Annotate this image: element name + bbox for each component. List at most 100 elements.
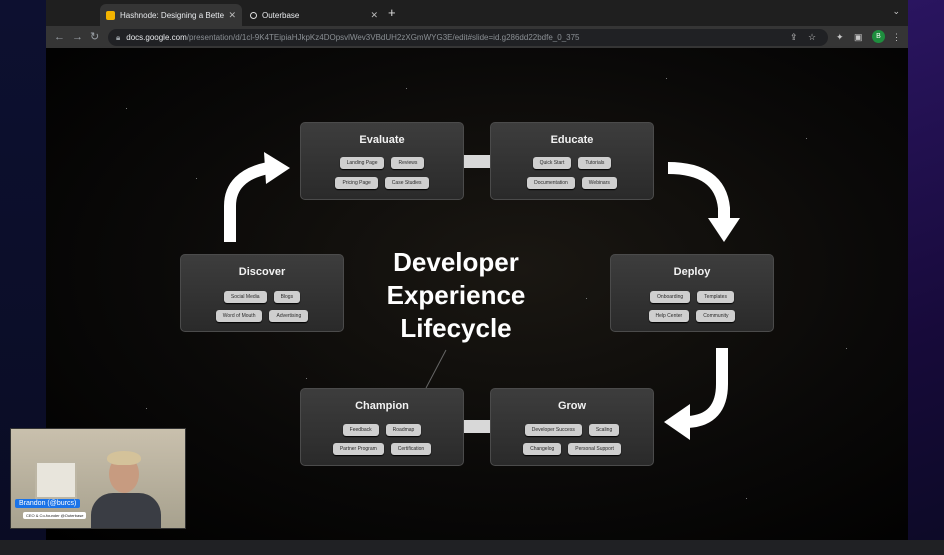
chip: Roadmap	[385, 424, 422, 436]
star-dot	[846, 348, 847, 349]
stage-card-deploy: Deploy Onboarding Templates Help Center …	[610, 254, 774, 332]
speaker-name-tag: Brandon (@burcs)	[15, 499, 81, 508]
back-icon[interactable]: ←	[54, 29, 65, 45]
stage-card-grow: Grow Developer Success Scaling Changelog…	[490, 388, 654, 466]
star-dot	[666, 78, 667, 79]
stage-title: Champion	[355, 400, 409, 412]
stage-title: Discover	[238, 266, 286, 278]
chip-row: Documentation Webinars	[491, 177, 653, 189]
stage-card-discover: Discover Social Media Blogs Word of Mout…	[180, 254, 344, 332]
chip: Social Media	[223, 291, 267, 303]
webcam-video-tile[interactable]: Brandon (@burcs) CEO & Co-founder @Outer…	[10, 428, 186, 529]
star-dot	[806, 138, 807, 139]
slide-title-line: Lifecycle	[400, 313, 512, 343]
chip: Feedback	[342, 424, 379, 436]
bookmark-star-icon[interactable]: ☆	[808, 30, 816, 44]
chip: Reviews	[391, 157, 425, 169]
chip-row: Landing Page Reviews	[301, 157, 463, 169]
tab-hashnode[interactable]: Hashnode: Designing a Bette ✕	[100, 4, 242, 26]
pointer-line	[425, 349, 447, 389]
arrow-educate-to-deploy-icon	[667, 162, 740, 242]
chip: Webinars	[581, 177, 617, 189]
new-tab-icon[interactable]: +	[388, 5, 396, 21]
stage-card-champion: Champion Feedback Roadmap Partner Progra…	[300, 388, 464, 466]
chip-row: Partner Program Certification	[301, 443, 463, 455]
stage-title: Educate	[550, 134, 594, 146]
arrow-deploy-to-grow-icon	[664, 348, 728, 440]
chip: Templates	[697, 291, 734, 303]
star-dot	[746, 498, 747, 499]
browser-toolbar: ← → ↻ 🔒︎ docs.google.com /presentation/d…	[46, 26, 908, 48]
url-domain: docs.google.com	[126, 33, 187, 42]
chip: Documentation	[527, 177, 575, 189]
chip: Onboarding	[650, 291, 691, 303]
chip: Personal Support	[568, 443, 621, 455]
chip: Community	[696, 310, 736, 322]
arrow-discover-to-evaluate-icon	[224, 152, 290, 242]
lock-icon: 🔒︎	[116, 32, 121, 42]
chip-row: Word of Mouth Advertising	[181, 310, 343, 322]
profile-avatar[interactable]: B	[872, 30, 885, 43]
chip: Partner Program	[332, 443, 384, 455]
close-icon[interactable]: ✕	[370, 10, 378, 21]
chip-row: Changelog Personal Support	[491, 443, 653, 455]
chip-row: Pricing Page Case Studies	[301, 177, 463, 189]
tab-title: Hashnode: Designing a Bette	[120, 10, 225, 20]
close-icon[interactable]: ✕	[228, 10, 236, 21]
star-dot	[126, 108, 127, 109]
stage-card-evaluate: Evaluate Landing Page Reviews Pricing Pa…	[300, 122, 464, 200]
chip-row: Social Media Blogs	[181, 291, 343, 303]
chip: Help Center	[648, 310, 690, 322]
slide-title: Developer Experience Lifecycle	[366, 246, 546, 345]
menu-kebab-icon[interactable]: ⋮	[892, 30, 901, 44]
meeting-bottom-bar	[0, 540, 944, 555]
side-panel-icon[interactable]: ▣	[854, 30, 863, 44]
chip: Tutorials	[578, 157, 612, 169]
chip-row: Quick Start Tutorials	[491, 157, 653, 169]
chip: Changelog	[523, 443, 562, 455]
tab-outerbase[interactable]: Outerbase ✕	[244, 4, 384, 26]
chip-row: Developer Success Scaling	[491, 424, 653, 436]
star-dot	[306, 378, 307, 379]
hashnode-icon	[106, 10, 115, 20]
stage-title: Evaluate	[359, 134, 405, 146]
chip: Scaling	[588, 424, 620, 436]
tab-title: Outerbase	[262, 10, 300, 20]
star-dot	[586, 298, 587, 299]
tab-strip: Hashnode: Designing a Bette ✕ Outerbase …	[46, 0, 908, 26]
chip-row: Help Center Community	[611, 310, 773, 322]
chip: Word of Mouth	[215, 310, 263, 322]
chip-row: Onboarding Templates	[611, 291, 773, 303]
chip-row: Feedback Roadmap	[301, 424, 463, 436]
share-icon[interactable]: ⇪	[790, 30, 798, 44]
chip: Case Studies	[384, 177, 429, 189]
connector-champion-grow	[464, 420, 490, 433]
speaker-hair	[107, 451, 141, 465]
star-dot	[196, 178, 197, 179]
chip: Advertising	[269, 310, 309, 322]
chip: Blogs	[273, 291, 301, 303]
background-window	[35, 461, 77, 499]
star-dot	[406, 88, 407, 89]
outerbase-icon	[250, 11, 257, 19]
stage-card-educate: Educate Quick Start Tutorials Documentat…	[490, 122, 654, 200]
speaker-body	[91, 493, 161, 528]
reload-icon[interactable]: ↻	[90, 29, 99, 45]
connector-evaluate-educate	[464, 155, 490, 168]
speaker-role-tag: CEO & Co-founder @Outerbase	[23, 512, 87, 519]
desktop-background-right	[908, 0, 944, 555]
chip: Landing Page	[339, 157, 385, 169]
chip: Quick Start	[532, 157, 572, 169]
chip: Pricing Page	[335, 177, 378, 189]
chip: Developer Success	[524, 424, 582, 436]
extensions-icon[interactable]: ✦	[836, 30, 844, 44]
stage-title: Grow	[557, 400, 587, 412]
forward-icon[interactable]: →	[72, 29, 83, 45]
slide-title-line: Experience	[386, 280, 526, 310]
chevron-down-icon[interactable]: ⌄	[892, 6, 900, 17]
chip: Certification	[390, 443, 432, 455]
address-bar[interactable]: 🔒︎ docs.google.com /presentation/d/1cl-9…	[108, 29, 828, 46]
slide-title-line: Developer	[393, 247, 519, 277]
url-path: /presentation/d/1cl-9K4TEipiaHJkpKz4DOps…	[186, 33, 580, 42]
star-dot	[146, 408, 147, 409]
